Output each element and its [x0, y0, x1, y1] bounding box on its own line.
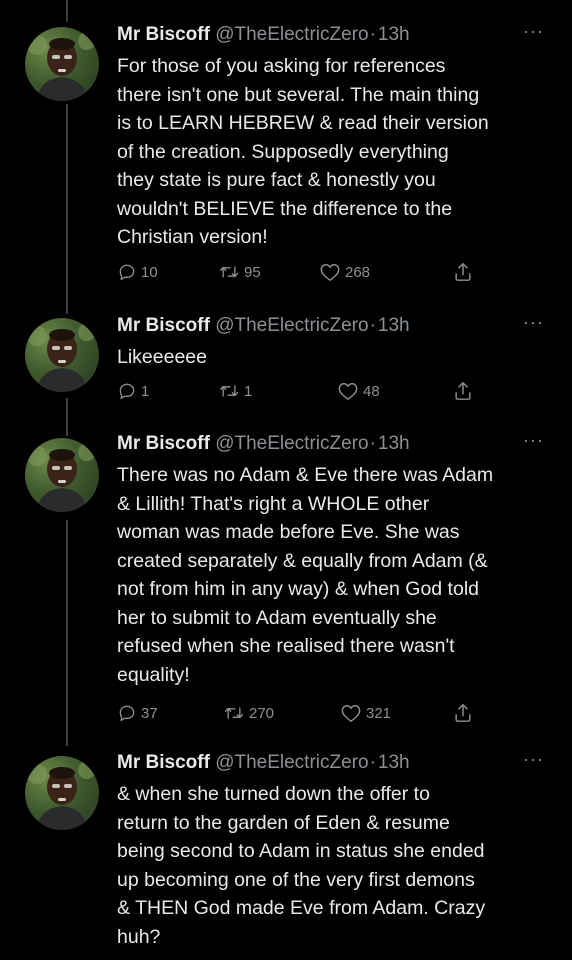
user-handle[interactable]: @TheElectricZero: [215, 752, 368, 773]
tweet-header: Mr Biscoff @TheElectricZero· 13h ···: [117, 749, 552, 776]
reply-icon: [117, 381, 137, 401]
more-options-icon[interactable]: ···: [523, 427, 544, 453]
reply-button[interactable]: 1: [117, 378, 149, 404]
display-name[interactable]: Mr Biscoff: [117, 24, 210, 45]
like-button[interactable]: 268: [319, 259, 370, 285]
retweet-icon: [223, 703, 245, 723]
heart-icon: [319, 262, 341, 282]
separator-dot: ·: [369, 752, 376, 773]
separator-dot: ·: [369, 433, 376, 454]
share-button[interactable]: [453, 259, 473, 285]
retweet-button[interactable]: 95: [218, 259, 261, 285]
tweet-actions: 10 95 268: [117, 259, 477, 285]
heart-icon: [337, 381, 359, 401]
retweet-count: 1: [244, 382, 253, 400]
reply-button[interactable]: 10: [117, 259, 158, 285]
display-name[interactable]: Mr Biscoff: [117, 752, 210, 773]
more-options-icon[interactable]: ···: [523, 746, 544, 772]
more-options-icon[interactable]: ···: [523, 309, 544, 335]
retweet-icon: [218, 381, 240, 401]
like-button[interactable]: 321: [340, 700, 391, 726]
tweet-text: & when she turned down the offer to retu…: [117, 783, 486, 948]
separator-dot: ·: [369, 315, 376, 336]
avatar[interactable]: [25, 27, 99, 101]
thread-line-top: [66, 0, 68, 22]
display-name[interactable]: Mr Biscoff: [117, 315, 210, 336]
thread-line: [66, 520, 68, 746]
retweet-icon: [218, 262, 240, 282]
timestamp[interactable]: 13h: [378, 315, 410, 336]
share-button[interactable]: [453, 378, 473, 404]
like-button[interactable]: 48: [337, 378, 380, 404]
timestamp[interactable]: 13h: [378, 752, 410, 773]
retweet-count: 95: [244, 263, 261, 281]
share-icon: [453, 261, 473, 283]
more-options-icon[interactable]: ···: [523, 18, 544, 44]
tweet-text: Likeeeeee: [117, 346, 207, 368]
user-handle[interactable]: @TheElectricZero: [215, 433, 368, 454]
retweet-count: 270: [249, 704, 275, 722]
share-button[interactable]: [453, 700, 473, 726]
timestamp[interactable]: 13h: [378, 433, 410, 454]
tweet-header: Mr Biscoff @TheElectricZero· 13h ···: [117, 312, 552, 339]
retweet-button[interactable]: 270: [223, 700, 274, 726]
reply-count: 37: [141, 704, 158, 722]
retweet-button[interactable]: 1: [218, 378, 252, 404]
share-icon: [453, 702, 473, 724]
timestamp[interactable]: 13h: [378, 24, 410, 45]
reply-icon: [117, 703, 137, 723]
like-count: 48: [363, 382, 380, 400]
like-count: 268: [345, 263, 371, 281]
reply-button[interactable]: 37: [117, 700, 158, 726]
like-count: 321: [366, 704, 392, 722]
reply-count: 1: [141, 382, 150, 400]
avatar[interactable]: [25, 438, 99, 512]
tweet-actions: 1 1 48: [117, 378, 477, 404]
thread-line: [66, 398, 68, 436]
display-name[interactable]: Mr Biscoff: [117, 433, 210, 454]
thread-line: [66, 104, 68, 314]
user-handle[interactable]: @TheElectricZero: [215, 24, 368, 45]
separator-dot: ·: [369, 24, 376, 45]
tweet-text: For those of you asking for references t…: [117, 55, 489, 248]
tweet-actions: 37 270 321: [117, 700, 477, 726]
avatar[interactable]: [25, 756, 99, 830]
avatar[interactable]: [25, 318, 99, 392]
user-handle[interactable]: @TheElectricZero: [215, 315, 368, 336]
tweet-header: Mr Biscoff @TheElectricZero· 13h ···: [117, 430, 552, 457]
reply-count: 10: [141, 263, 158, 281]
reply-icon: [117, 262, 137, 282]
tweet-header: Mr Biscoff @TheElectricZero· 13h ···: [117, 21, 552, 48]
heart-icon: [340, 703, 362, 723]
tweet-text: There was no Adam & Eve there was Adam &…: [117, 464, 494, 686]
share-icon: [453, 380, 473, 402]
